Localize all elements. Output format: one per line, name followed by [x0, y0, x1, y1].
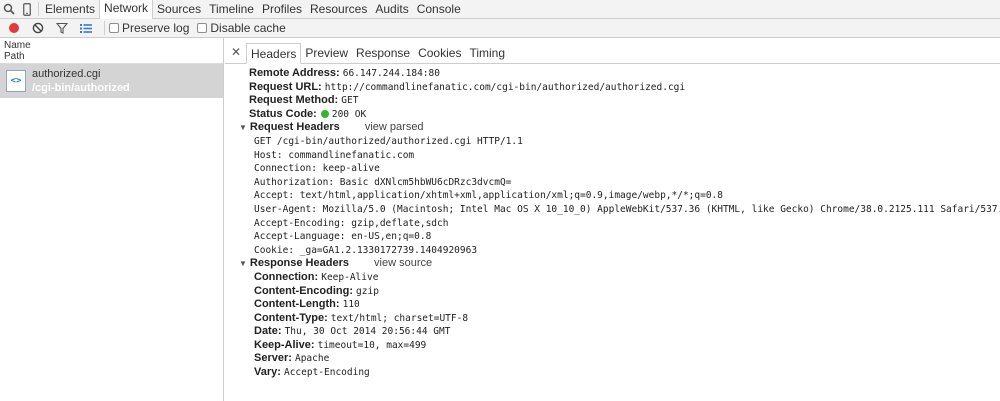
header-name: Content-Length:	[254, 298, 340, 311]
close-icon[interactable]: ✕	[229, 41, 243, 63]
response-header-row: Vary: Accept-Encoding	[225, 366, 1000, 380]
header-value: Apache	[294, 353, 330, 365]
tab-timeline[interactable]: Timeline	[205, 0, 258, 19]
header-name: Content-Type:	[254, 311, 328, 324]
status-ok-icon	[320, 109, 329, 118]
tab-headers[interactable]: Headers	[246, 43, 302, 64]
raw-header-line: Cookie: _ga=GA1.2.1330172739.1404920963	[254, 244, 478, 256]
tab-response[interactable]: Response	[352, 43, 414, 63]
request-name: authorized.cgi	[32, 67, 101, 80]
large-rows-button[interactable]	[76, 19, 96, 38]
header-name: Server:	[254, 352, 292, 365]
record-icon	[9, 23, 19, 33]
raw-header-line: Connection: keep-alive	[254, 163, 380, 175]
tab-network[interactable]: Network	[99, 0, 154, 19]
response-header-row: Content-Encoding: gzip	[225, 285, 1000, 299]
tab-profiles[interactable]: Profiles	[258, 0, 306, 19]
header-value: Keep-Alive	[321, 271, 379, 283]
clear-button[interactable]	[28, 19, 48, 38]
header-value: timeout=10, max=499	[317, 339, 427, 351]
preserve-log-label: Preserve log	[122, 21, 190, 35]
header-name: Content-Encoding:	[254, 284, 353, 297]
header-value: 110	[342, 299, 360, 311]
filter-icon	[56, 22, 68, 34]
html-file-icon: <>	[6, 70, 26, 92]
request-path: /cgi-bin/authorized	[32, 81, 130, 94]
view-source-toggle[interactable]: view source	[374, 257, 432, 269]
status-code-label: Status Code:	[249, 107, 317, 120]
request-method-row: Request Method: GET	[225, 94, 1000, 108]
tab-sources[interactable]: Sources	[153, 0, 205, 19]
tab-audits[interactable]: Audits	[371, 0, 412, 19]
tab-timing[interactable]: Timing	[465, 43, 509, 63]
header-value: text/html; charset=UTF-8	[330, 312, 469, 324]
expand-triangle-icon: ▼	[239, 259, 247, 269]
tab-resources[interactable]: Resources	[306, 0, 371, 19]
name-header-label: Name	[4, 40, 31, 51]
path-header-label: Path	[4, 51, 25, 62]
tab-elements[interactable]: Elements	[41, 0, 99, 19]
request-row[interactable]: <> authorized.cgi /cgi-bin/authorized	[0, 64, 223, 98]
request-headers-title: Request Headers	[249, 121, 340, 134]
response-header-row: Keep-Alive: timeout=10, max=499	[225, 339, 1000, 353]
request-url-label: Request URL:	[249, 80, 322, 93]
raw-header-line: User-Agent: Mozilla/5.0 (Macintosh; Inte…	[254, 203, 1000, 215]
response-header-row: Content-Length: 110	[225, 298, 1000, 312]
response-header-row: Date: Thu, 30 Oct 2014 20:56:44 GMT	[225, 325, 1000, 339]
request-url-value: http://commandlinefanatic.com/cgi-bin/au…	[324, 81, 686, 93]
search-icon[interactable]	[0, 0, 18, 19]
remote-address-value: 66.147.244.184:80	[342, 68, 440, 79]
disable-cache-checkbox[interactable]	[197, 23, 208, 33]
raw-header-line: Accept-Language: en-US,en;q=0.8	[254, 231, 432, 243]
response-headers-section[interactable]: ▼ Response Headers view source	[225, 257, 1000, 271]
raw-header-line: Authorization: Basic dXNlcm5hbWU6cDRzc3d…	[254, 176, 512, 188]
request-method-value: GET	[341, 95, 359, 107]
disable-cache-label: Disable cache	[210, 21, 286, 35]
filter-button[interactable]	[52, 19, 72, 38]
clear-icon	[32, 22, 44, 34]
response-header-row: Server: Apache	[225, 352, 1000, 366]
remote-address-row: Remote Address: 66.147.244.184:80	[225, 67, 1000, 81]
device-mode-icon[interactable]	[18, 0, 36, 19]
status-code-value: 200 OK	[331, 108, 367, 120]
header-value: Accept-Encoding	[283, 367, 370, 379]
response-headers-title: Response Headers	[249, 257, 349, 270]
toolbar-divider	[38, 2, 39, 16]
tab-preview[interactable]: Preview	[301, 43, 352, 63]
response-header-row: Content-Type: text/html; charset=UTF-8	[225, 312, 1000, 326]
request-method-label: Request Method:	[249, 94, 339, 107]
main-tab-bar: Elements Network Sources Timeline Profil…	[0, 0, 1000, 19]
raw-header-line: Accept: text/html,application/xhtml+xml,…	[254, 190, 723, 202]
toolbar-divider	[104, 21, 105, 35]
network-toolbar: Preserve log Disable cache	[0, 19, 1000, 38]
record-button[interactable]	[4, 19, 24, 38]
request-headers-section[interactable]: ▼ Request Headers view parsed	[225, 121, 1000, 135]
status-code-row: Status Code: 200 OK	[225, 108, 1000, 122]
response-header-row: Connection: Keep-Alive	[225, 271, 1000, 285]
view-parsed-toggle[interactable]: view parsed	[365, 121, 424, 133]
request-list: Name Path <> authorized.cgi /cgi-bin/aut…	[0, 38, 224, 401]
headers-panel: Remote Address: 66.147.244.184:80 Reques…	[225, 67, 1000, 380]
header-value: Thu, 30 Oct 2014 20:56:44 GMT	[284, 326, 451, 338]
raw-header-line: Host: commandlinefanatic.com	[254, 149, 415, 161]
preserve-log-checkbox[interactable]	[109, 23, 119, 33]
raw-header-line: Accept-Encoding: gzip,deflate,sdch	[254, 217, 449, 229]
header-name: Keep-Alive:	[254, 338, 315, 351]
remote-address-label: Remote Address:	[249, 67, 340, 79]
tab-console[interactable]: Console	[413, 0, 465, 19]
name-column-header[interactable]: Name Path	[0, 38, 223, 64]
request-details: ✕ Headers Preview Response Cookies Timin…	[225, 38, 1000, 401]
detail-tab-bar: ✕ Headers Preview Response Cookies Timin…	[225, 38, 1000, 64]
expand-triangle-icon: ▼	[239, 123, 247, 133]
list-view-icon	[80, 23, 92, 33]
header-name: Vary:	[254, 366, 281, 379]
tab-cookies[interactable]: Cookies	[414, 43, 465, 63]
request-url-row: Request URL: http://commandlinefanatic.c…	[225, 81, 1000, 95]
header-value: gzip	[356, 285, 379, 297]
raw-header-line: GET /cgi-bin/authorized/authorized.cgi H…	[254, 135, 523, 147]
header-name: Connection:	[254, 270, 319, 283]
header-name: Date:	[254, 325, 282, 338]
